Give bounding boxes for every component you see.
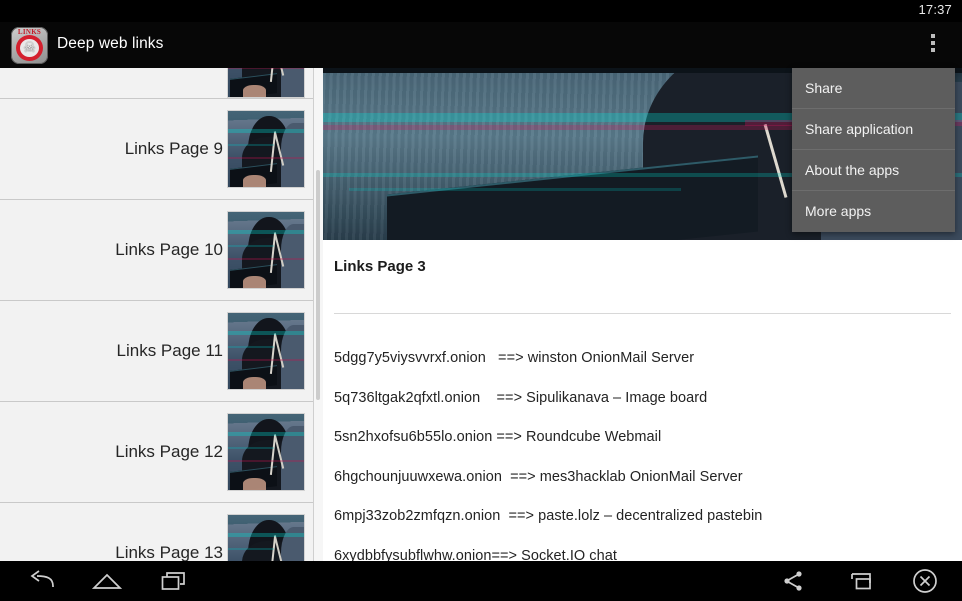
menu-item-more-apps[interactable]: More apps <box>792 191 955 232</box>
system-navigation-bar <box>0 561 962 601</box>
home-icon[interactable] <box>74 561 140 601</box>
action-bar: LINKS ☠ Deep web links <box>0 22 962 68</box>
list-item-thumbnail <box>227 211 305 289</box>
back-icon[interactable] <box>8 561 74 601</box>
overflow-menu-icon[interactable] <box>922 34 944 56</box>
onion-link-row[interactable]: 6mpj33zob2zmfqzn.onion ==> paste.lolz – … <box>334 508 954 524</box>
overflow-dot <box>931 41 935 45</box>
onion-link-row[interactable]: 5q736ltgak2qfxtl.onion ==> Sipulikanava … <box>334 390 954 406</box>
picture-in-picture-icon[interactable] <box>828 561 894 601</box>
menu-item-about-the-apps[interactable]: About the apps <box>792 150 955 191</box>
overflow-dot <box>931 48 935 52</box>
status-bar: 17:37 <box>0 0 962 22</box>
list-item-label: Links Page 9 <box>124 139 223 158</box>
app-title: Deep web links <box>57 35 164 52</box>
links-page-list[interactable]: Links Page 9 Links Page 10 Links Page 11… <box>0 68 313 561</box>
menu-item-share[interactable]: Share <box>792 68 955 109</box>
list-scrollbar-thumb[interactable] <box>316 170 320 400</box>
list-item[interactable]: Links Page 12 <box>0 402 313 503</box>
title-divider <box>334 313 951 314</box>
overflow-dot <box>931 34 935 38</box>
onion-link-row[interactable]: 5sn2hxofsu6b55lo.onion ==> Roundcube Web… <box>334 429 954 445</box>
onion-link-row[interactable]: 6hgchounjuuwxewa.onion ==> mes3hacklab O… <box>334 469 954 485</box>
list-item-label: Links Page 12 <box>115 442 223 461</box>
onion-link-list: 5dgg7y5viysvvrxf.onion ==> winston Onion… <box>334 350 954 561</box>
list-item[interactable]: Links Page 9 <box>0 99 313 200</box>
list-item-thumbnail <box>227 110 305 188</box>
list-item-thumbnail <box>227 68 305 98</box>
list-item[interactable]: Links Page 13 <box>0 503 313 561</box>
skull-icon: ☠ <box>23 39 36 55</box>
status-clock: 17:37 <box>918 2 952 17</box>
list-item-label: Links Page 10 <box>115 240 223 259</box>
list-item[interactable] <box>0 68 313 99</box>
onion-link-row[interactable]: 5dgg7y5viysvvrxf.onion ==> winston Onion… <box>334 350 954 366</box>
page-title: Links Page 3 <box>334 258 426 275</box>
menu-item-share-application[interactable]: Share application <box>792 109 955 150</box>
onion-link-row[interactable]: 6xydbbfysubflwhw.onion==> Socket.IO chat <box>334 548 954 562</box>
recent-apps-icon[interactable] <box>142 561 208 601</box>
list-item-label: Links Page 13 <box>115 543 223 561</box>
list-item[interactable]: Links Page 10 <box>0 200 313 301</box>
list-item-thumbnail <box>227 413 305 491</box>
share-icon[interactable] <box>760 561 826 601</box>
list-item[interactable]: Links Page 11 <box>0 301 313 402</box>
list-item-thumbnail <box>227 312 305 390</box>
android-screen: 17:37 LINKS ☠ Deep web links Links Page … <box>0 0 962 601</box>
list-item-thumbnail <box>227 514 305 561</box>
skull-links-app-icon: LINKS ☠ <box>11 27 48 64</box>
close-icon[interactable] <box>892 561 958 601</box>
overflow-menu[interactable]: Share Share application About the apps M… <box>792 68 955 232</box>
list-item-label: Links Page 11 <box>116 341 223 360</box>
